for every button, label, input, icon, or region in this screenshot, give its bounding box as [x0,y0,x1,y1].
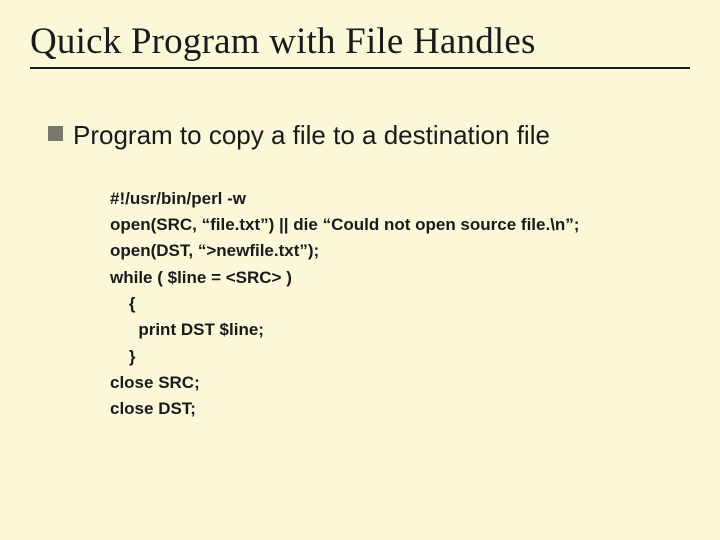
slide-title: Quick Program with File Handles [30,20,680,63]
code-block: #!/usr/bin/perl -w open(SRC, “file.txt”)… [110,186,680,423]
bullet-item: Program to copy a file to a destination … [40,119,680,152]
title-underline [30,67,690,69]
code-line: } [110,347,136,366]
slide: Quick Program with File Handles Program … [0,0,720,540]
code-line: close SRC; [110,373,200,392]
code-line: open(DST, “>newfile.txt”); [110,241,319,260]
square-bullet-icon [48,126,63,141]
bullet-text: Program to copy a file to a destination … [73,119,550,152]
code-line: { [110,294,136,313]
code-line: close DST; [110,399,196,418]
code-line: open(SRC, “file.txt”) || die “Could not … [110,215,579,234]
code-line: while ( $line = <SRC> ) [110,268,292,287]
code-line: print DST $line; [110,320,264,339]
code-line: #!/usr/bin/perl -w [110,189,246,208]
